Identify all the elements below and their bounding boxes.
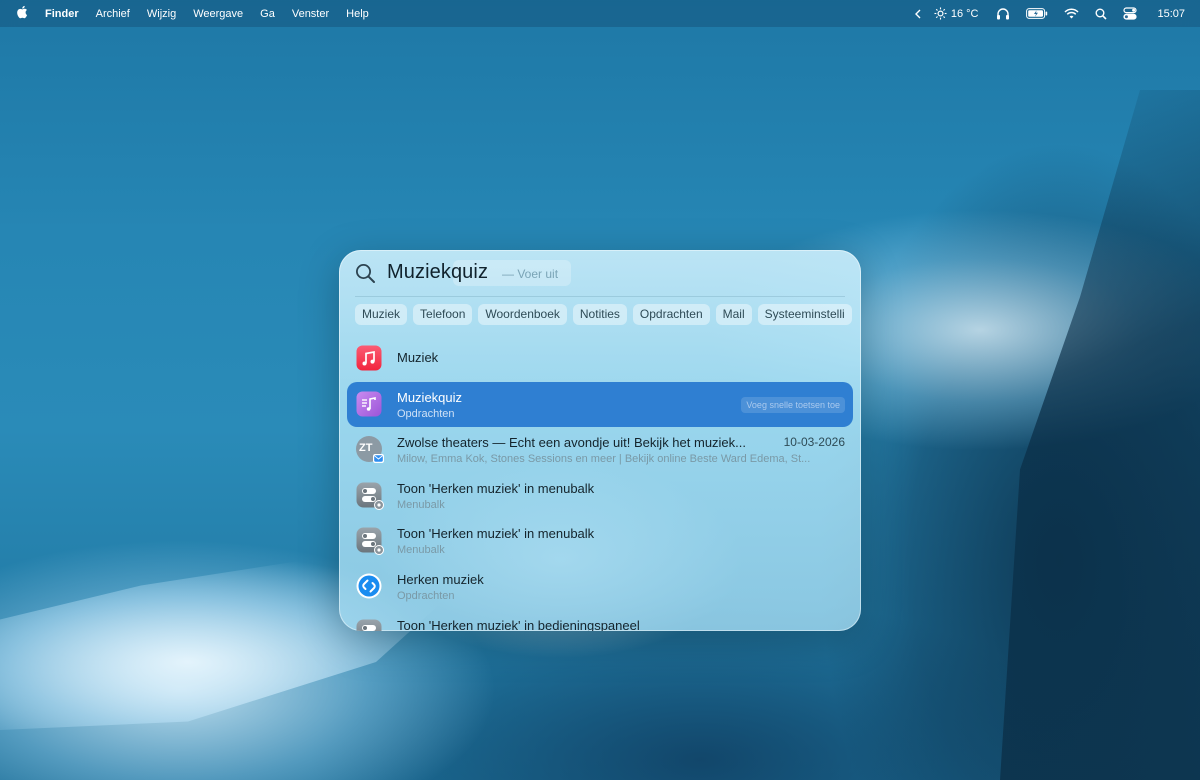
result-title: Toon 'Herken muziek' in bedieningspaneel <box>397 617 640 631</box>
wifi-icon[interactable] <box>1064 8 1080 19</box>
control-center-icon[interactable] <box>1123 7 1138 20</box>
result-date: 10-03-2026 <box>783 435 845 450</box>
shazam-icon <box>355 572 383 600</box>
result-row-selected[interactable]: Muziekquiz Opdrachten Voeg snelle toetse… <box>347 381 853 428</box>
result-row[interactable]: Toon 'Herken muziek' in bedieningspaneel <box>347 610 853 631</box>
battery-icon[interactable] <box>1026 8 1048 19</box>
action-hint: — Voer uit <box>502 267 559 281</box>
apple-menu-icon[interactable] <box>16 5 28 22</box>
filter-chip-telefoon[interactable]: Telefoon <box>413 304 473 325</box>
menu-help[interactable]: Help <box>346 8 369 20</box>
divider <box>355 296 845 297</box>
filter-chip-woordenboek[interactable]: Woordenboek <box>478 304 567 325</box>
result-title: Toon 'Herken muziek' in menubalk <box>397 526 595 542</box>
settings-toggle-icon <box>355 618 383 631</box>
filter-chip-systeeminstellingen[interactable]: Systeeminstelli <box>757 304 852 325</box>
clock[interactable]: 15:07 <box>1157 8 1185 20</box>
add-shortcut-button[interactable]: Voeg snelle toetsen toe <box>741 396 845 413</box>
results-list: Muziek Muziekquiz Opdrachten Voeg snelle… <box>347 336 853 631</box>
menu-weergave[interactable]: Weergave <box>193 8 243 20</box>
sun-icon <box>934 7 947 20</box>
menu-archief[interactable]: Archief <box>96 8 130 20</box>
filter-chip-mail[interactable]: Mail <box>715 304 752 325</box>
result-title: Zwolse theaters — Echt een avondje uit! … <box>397 435 747 451</box>
settings-toggle-icon <box>355 481 384 510</box>
weather-item[interactable]: 16 °C <box>934 7 979 20</box>
filter-chip-muziek[interactable]: Muziek <box>355 304 408 325</box>
result-title: Muziekquiz <box>397 389 463 405</box>
result-subtitle: Milow, Emma Kok, Stones Sessions en meer… <box>397 453 811 466</box>
search-icon <box>355 263 376 289</box>
result-row[interactable]: ZT Zwolse theaters — Echt een avondje ui… <box>347 427 853 473</box>
spotlight-panel: Muziekquiz — Voer uit Muziek Telefoon Wo… <box>339 250 861 631</box>
spotlight-search-row: Muziekquiz — Voer uit <box>339 250 861 298</box>
result-title: Herken muziek <box>397 571 484 587</box>
avatar-initials: ZT <box>359 442 373 455</box>
settings-toggle-icon <box>355 526 384 556</box>
menu-bar: Finder Archief Wijzig Weergave Ga Venste… <box>0 0 1200 27</box>
result-subtitle: Menubalk <box>397 544 445 557</box>
menu-finder[interactable]: Finder <box>45 8 79 20</box>
result-subtitle: Opdrachten <box>397 407 455 420</box>
result-title: Toon 'Herken muziek' in menubalk <box>397 480 595 496</box>
temperature-label: 16 °C <box>950 7 979 20</box>
menu-venster[interactable]: Venster <box>292 8 329 20</box>
chevron-left-icon[interactable] <box>914 9 922 19</box>
result-row[interactable]: Muziek <box>347 336 853 382</box>
menu-ga[interactable]: Ga <box>260 8 275 20</box>
result-row[interactable]: Herken muziek Opdrachten <box>347 564 853 610</box>
category-filter-bar: Muziek Telefoon Woordenboek Notities Opd… <box>355 304 861 326</box>
spotlight-search-icon[interactable] <box>1095 8 1108 20</box>
result-row[interactable]: Toon 'Herken muziek' in menubalk Menubal… <box>347 518 853 564</box>
mail-avatar-icon: ZT <box>355 435 384 464</box>
shortcut-music-icon <box>355 390 383 418</box>
result-row[interactable]: Toon 'Herken muziek' in menubalk Menubal… <box>347 473 853 519</box>
filter-chip-opdrachten[interactable]: Opdrachten <box>632 304 710 325</box>
menu-wijzig[interactable]: Wijzig <box>147 8 176 20</box>
filter-chip-notities[interactable]: Notities <box>572 304 627 325</box>
result-subtitle: Opdrachten <box>397 589 455 602</box>
result-subtitle: Menubalk <box>397 498 445 511</box>
music-app-icon <box>355 344 383 372</box>
headphones-icon[interactable] <box>996 7 1010 20</box>
search-input[interactable]: Muziekquiz <box>387 261 488 284</box>
result-title: Muziek <box>397 350 439 365</box>
